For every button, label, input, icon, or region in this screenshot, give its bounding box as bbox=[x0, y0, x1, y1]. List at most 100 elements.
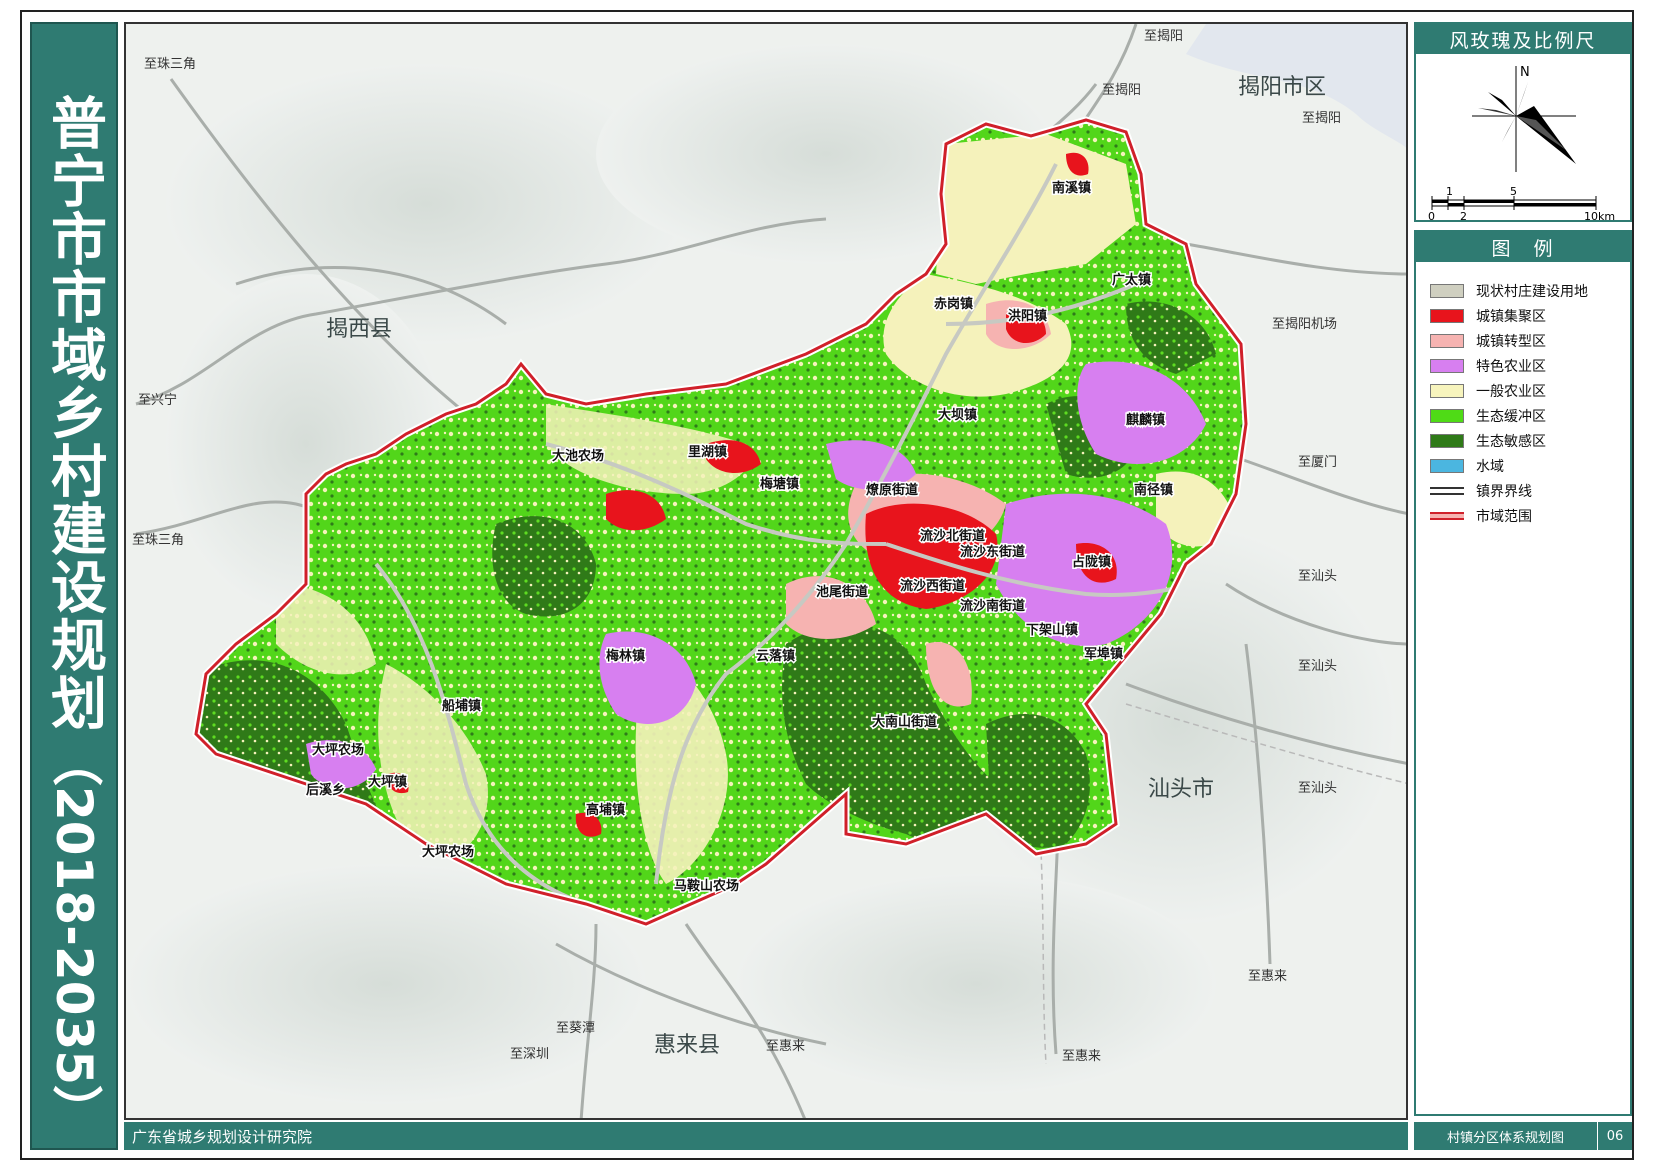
map-years: （2018-2035） bbox=[45, 736, 103, 1136]
route-label: 至汕头 bbox=[1298, 659, 1337, 674]
route-label: 至兴宁 bbox=[138, 392, 177, 408]
town-label: 军埠镇 bbox=[1084, 646, 1123, 662]
route-label: 至汕头 bbox=[1298, 569, 1337, 584]
town-label: 麒麟镇 bbox=[1126, 412, 1165, 428]
town-label: 大坪农场 bbox=[312, 742, 364, 758]
route-label: 至揭阳 bbox=[1302, 111, 1341, 126]
town-label: 里湖镇 bbox=[688, 444, 727, 460]
town-label: 马鞍山农场 bbox=[674, 878, 739, 894]
legend-label: 生态敏感区 bbox=[1476, 433, 1546, 450]
legend-label: 镇界界线 bbox=[1476, 483, 1532, 500]
legend-item: 生态缓冲区 bbox=[1430, 403, 1630, 428]
legend-swatch bbox=[1430, 308, 1464, 323]
town-label: 高埔镇 bbox=[586, 802, 625, 818]
scale-label: 2 bbox=[1460, 210, 1467, 220]
legend-item: 特色农业区 bbox=[1430, 353, 1630, 378]
scale-label: 10km bbox=[1584, 210, 1615, 220]
sheet-footer: 村镇分区体系规划图 06 bbox=[1414, 1122, 1632, 1150]
legend-item: 城镇转型区 bbox=[1430, 328, 1630, 353]
map-canvas: 揭阳市区 揭西县 汕头市 惠来县 至揭阳 至揭阳 至揭阳 至珠三角 至揭阳机场 … bbox=[126, 24, 1406, 1118]
town-label: 流沙南街道 bbox=[960, 598, 1025, 614]
legend-label: 特色农业区 bbox=[1476, 358, 1546, 375]
route-label: 至厦门 bbox=[1298, 455, 1337, 470]
legend-item: 现状村庄建设用地 bbox=[1430, 278, 1630, 303]
town-label: 赤岗镇 bbox=[934, 296, 973, 312]
neighbor-label: 揭西县 bbox=[326, 317, 392, 342]
town-label: 占陇镇 bbox=[1072, 554, 1111, 570]
route-label: 至揭阳机场 bbox=[1272, 317, 1337, 332]
town-label: 后溪乡 bbox=[306, 782, 345, 798]
neighbor-label: 汕头市 bbox=[1148, 777, 1214, 802]
town-label: 池尾街道 bbox=[816, 584, 868, 600]
legend-item: 市域范围 bbox=[1430, 503, 1630, 528]
legend-swatch bbox=[1430, 433, 1464, 448]
town-label: 下架山镇 bbox=[1026, 622, 1078, 638]
town-label: 洪阳镇 bbox=[1008, 308, 1047, 324]
wind-rose-icon bbox=[1472, 66, 1576, 172]
wind-rose-scale: N 1 5 0 2 10km bbox=[1428, 65, 1615, 223]
legend-label: 现状村庄建设用地 bbox=[1476, 283, 1588, 300]
route-label: 至深圳 bbox=[510, 1047, 549, 1062]
town-label: 大坪镇 bbox=[368, 774, 407, 790]
map-title: 普宁市市域乡村建设规划 bbox=[41, 94, 107, 732]
legend-list: 现状村庄建设用地 城镇集聚区 城镇转型区 特色农业区 一般农业区 生态缓冲区 生… bbox=[1416, 262, 1630, 528]
town-label: 云落镇 bbox=[756, 648, 795, 664]
legend-item: 一般农业区 bbox=[1430, 378, 1630, 403]
legend-label: 市域范围 bbox=[1476, 508, 1532, 525]
route-label: 至汕头 bbox=[1298, 781, 1337, 796]
town-label: 大坝镇 bbox=[938, 407, 977, 423]
route-label: 至惠来 bbox=[1248, 969, 1287, 984]
legend-item: 生态敏感区 bbox=[1430, 428, 1630, 453]
legend-swatch bbox=[1430, 486, 1464, 495]
town-label: 南溪镇 bbox=[1052, 180, 1091, 196]
legend-label: 城镇集聚区 bbox=[1476, 308, 1546, 325]
institute-footer: 广东省城乡规划设计研究院 bbox=[124, 1122, 1408, 1150]
town-label: 大坪农场 bbox=[422, 844, 474, 860]
neighbor-label: 揭阳市区 bbox=[1238, 75, 1326, 100]
scale-label: 5 bbox=[1510, 185, 1517, 198]
legend-label: 生态缓冲区 bbox=[1476, 408, 1546, 425]
legend-label: 一般农业区 bbox=[1476, 383, 1546, 400]
sheet-name: 村镇分区体系规划图 bbox=[1414, 1122, 1598, 1150]
legend-swatch bbox=[1430, 408, 1464, 423]
legend-swatch bbox=[1430, 283, 1464, 298]
route-label: 至揭阳 bbox=[1144, 29, 1183, 44]
compass-panel-header: 风玫瑰及比例尺 bbox=[1416, 24, 1630, 54]
scale-label: 1 bbox=[1446, 185, 1453, 198]
compass-panel: 风玫瑰及比例尺 N 1 5 0 2 10km bbox=[1414, 22, 1632, 223]
route-label: 至揭阳 bbox=[1102, 83, 1141, 98]
town-label: 流沙东街道 bbox=[960, 544, 1025, 560]
north-label: N bbox=[1520, 65, 1530, 80]
route-label: 至惠来 bbox=[1062, 1049, 1101, 1064]
legend-swatch bbox=[1430, 383, 1464, 398]
title-strip: 普宁市市域乡村建设规划 （2018-2035） bbox=[30, 22, 118, 1150]
route-label: 至珠三角 bbox=[144, 57, 196, 72]
side-panel: 风玫瑰及比例尺 N 1 5 0 2 10km 图 例 现状村庄建设用地 城镇集聚… bbox=[1414, 22, 1632, 1150]
legend-panel: 图 例 现状村庄建设用地 城镇集聚区 城镇转型区 特色农业区 一般农业区 生态缓… bbox=[1414, 230, 1632, 1116]
town-label: 广太镇 bbox=[1112, 272, 1151, 288]
sheet-number: 06 bbox=[1606, 1128, 1624, 1144]
legend-swatch bbox=[1430, 458, 1464, 473]
map-view[interactable]: 揭阳市区 揭西县 汕头市 惠来县 至揭阳 至揭阳 至揭阳 至珠三角 至揭阳机场 … bbox=[124, 22, 1408, 1120]
town-label: 梅塘镇 bbox=[760, 476, 799, 492]
legend-swatch bbox=[1430, 511, 1464, 520]
town-label: 南径镇 bbox=[1134, 482, 1173, 498]
route-label: 至惠来 bbox=[766, 1039, 805, 1054]
legend-item: 水域 bbox=[1430, 453, 1630, 478]
town-label: 流沙西街道 bbox=[900, 578, 965, 594]
town-label: 大池农场 bbox=[552, 448, 604, 464]
legend-swatch bbox=[1430, 358, 1464, 373]
legend-header: 图 例 bbox=[1416, 232, 1630, 262]
town-label: 燎原街道 bbox=[866, 482, 918, 498]
scale-label: 0 bbox=[1428, 210, 1435, 220]
legend-label: 城镇转型区 bbox=[1476, 333, 1546, 350]
route-label: 至珠三角 bbox=[132, 533, 184, 548]
route-label: 至葵潭 bbox=[556, 1021, 595, 1036]
legend-label: 水域 bbox=[1476, 458, 1504, 475]
scale-bar: 1 5 0 2 10km bbox=[1428, 185, 1615, 223]
legend-swatch bbox=[1430, 333, 1464, 348]
legend-item: 城镇集聚区 bbox=[1430, 303, 1630, 328]
town-label: 大南山街道 bbox=[872, 714, 937, 730]
town-label: 流沙北街道 bbox=[920, 528, 985, 544]
town-label: 船埔镇 bbox=[442, 698, 481, 714]
